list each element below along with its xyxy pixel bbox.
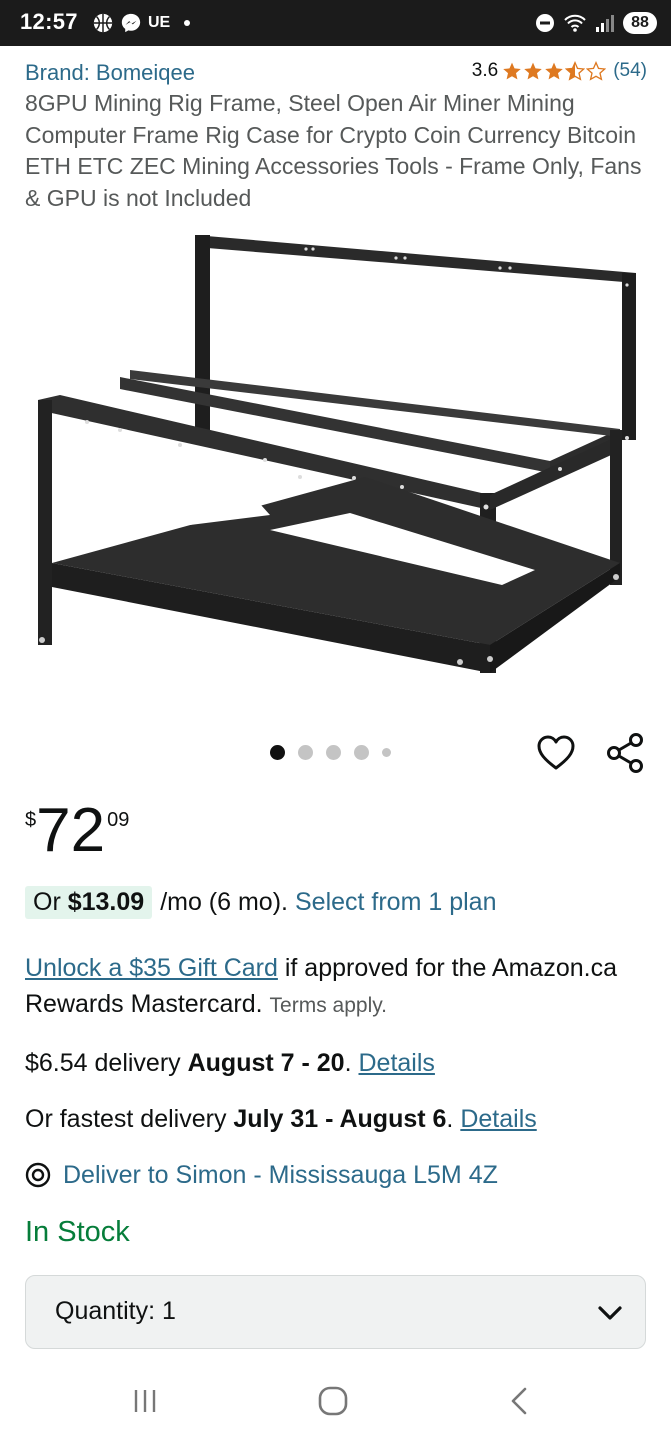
status-left-icons: UE (92, 11, 191, 35)
rating[interactable]: 3.6 (54) (472, 60, 647, 82)
star-full-icon (524, 62, 542, 80)
image-carousel-dots[interactable] (270, 744, 391, 760)
wifi-icon (564, 14, 586, 32)
delivery-details-link[interactable]: Details (359, 1049, 435, 1077)
status-bar: 12:57 UE 88 (0, 0, 671, 46)
carousel-dot[interactable] (382, 747, 391, 757)
gift-card-link[interactable]: Unlock a $35 Gift Card (25, 954, 278, 982)
chevron-down-icon (598, 1306, 622, 1320)
star-empty-icon (586, 61, 607, 81)
fastest-delivery-prefix: Or fastest delivery (25, 1105, 234, 1133)
delivery-info: $6.54 delivery August 7 - 20. Details (25, 1045, 435, 1081)
installment-term: /mo (6 mo). (160, 887, 288, 916)
price-fraction: 09 (107, 809, 130, 831)
status-right-icons: 88 (535, 10, 657, 36)
fastest-delivery-info: Or fastest delivery July 31 - August 6. … (25, 1101, 537, 1137)
carousel-dot[interactable] (326, 744, 341, 760)
gift-card-offer: Unlock a $35 Gift Card if approved for t… (25, 950, 645, 1024)
basketball-icon (93, 13, 113, 33)
messenger-icon (121, 13, 141, 33)
brand-link[interactable]: Brand: Bomeiqee (25, 60, 195, 86)
price-symbol: $ (25, 809, 37, 831)
fastest-delivery-details-link[interactable]: Details (460, 1105, 536, 1133)
rating-value: 3.6 (471, 60, 499, 81)
rating-count: (54) (613, 60, 647, 81)
installment-prefix: Or (33, 887, 68, 916)
recent-apps-icon[interactable] (125, 1384, 165, 1418)
carrier-tag: UE (148, 14, 171, 31)
delivery-dates: August 7 - 20 (187, 1049, 345, 1077)
star-half-icon (565, 61, 586, 81)
signal-icon (596, 15, 614, 32)
star-full-icon (545, 62, 563, 80)
delivery-period: . (344, 1049, 359, 1077)
battery-icon: 88 (623, 12, 657, 34)
back-icon[interactable] (500, 1384, 540, 1418)
do-not-disturb-icon (536, 14, 554, 32)
location-pin-icon (25, 1162, 51, 1188)
home-icon[interactable] (313, 1384, 353, 1418)
status-time: 12:57 (20, 9, 78, 34)
star-full-icon (503, 62, 521, 80)
gift-card-terms: Terms apply. (269, 994, 388, 1017)
delivery-price: $6.54 delivery (25, 1049, 188, 1077)
deliver-to-text: Deliver to Simon - Mississauga L5M 4Z (63, 1160, 498, 1189)
carousel-dot[interactable] (270, 744, 285, 760)
fastest-delivery-dates: July 31 - August 6 (233, 1105, 447, 1133)
installment-row: Or $13.09 /mo (6 mo). Select from 1 plan (25, 884, 496, 920)
fastest-delivery-period: . (446, 1105, 461, 1133)
carousel-dot[interactable] (354, 744, 369, 760)
android-nav-bar (0, 1360, 671, 1440)
quantity-label: Quantity: 1 (55, 1297, 176, 1325)
deliver-to-link[interactable]: Deliver to Simon - Mississauga L5M 4Z (25, 1157, 498, 1193)
quantity-select[interactable]: Quantity: 1 (25, 1275, 646, 1349)
installment-amount: $13.09 (67, 887, 145, 916)
price-whole: 72 (36, 796, 106, 865)
product-image[interactable] (30, 225, 645, 685)
share-icon[interactable] (605, 732, 647, 774)
star-rating (502, 61, 607, 81)
heart-icon[interactable] (536, 734, 576, 772)
stock-status: In Stock (25, 1216, 130, 1248)
price: $ 72 09 (25, 795, 129, 875)
installment-badge: Or $13.09 (25, 885, 153, 919)
brand-row: Brand: Bomeiqee 3.6 (54) (25, 58, 647, 88)
carousel-dot[interactable] (298, 744, 313, 760)
dot-icon (184, 20, 191, 26)
select-plan-link[interactable]: Select from 1 plan (295, 888, 497, 917)
product-title: 8GPU Mining Rig Frame, Steel Open Air Mi… (25, 90, 642, 211)
